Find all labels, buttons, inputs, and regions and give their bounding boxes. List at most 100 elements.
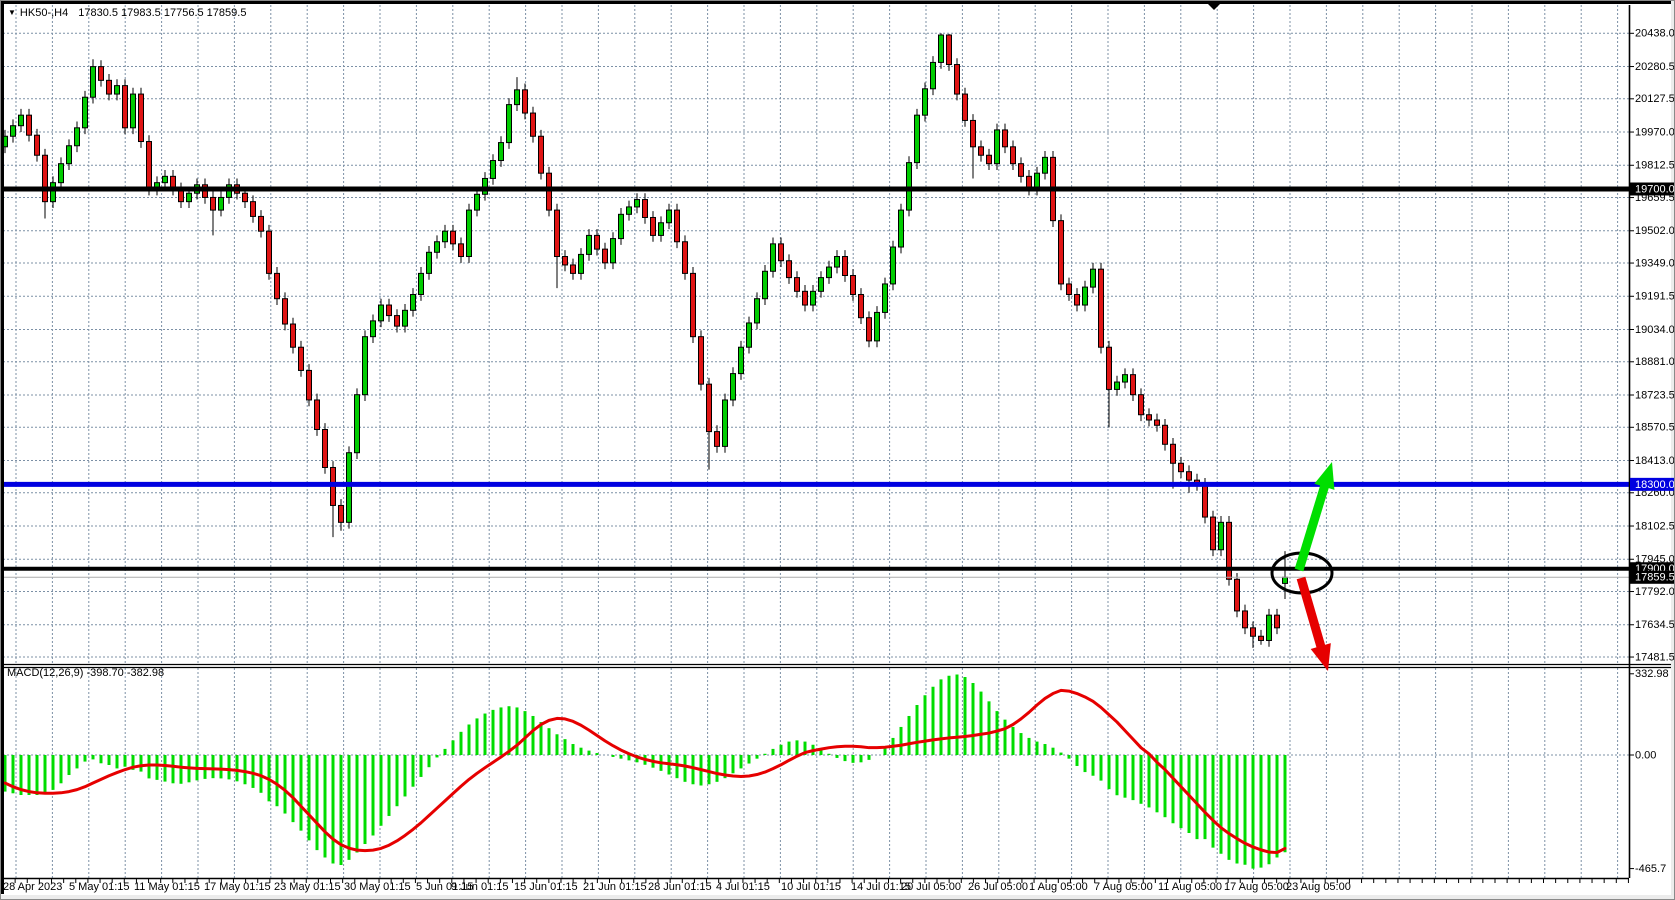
bull-candle xyxy=(819,278,824,292)
bear-candle xyxy=(123,86,128,128)
bull-candle xyxy=(435,242,440,253)
bear-candle xyxy=(531,113,536,136)
bullish-arrow[interactable] xyxy=(1299,477,1327,570)
level-lines xyxy=(3,189,1629,577)
bull-candle xyxy=(59,164,64,183)
bull-candle xyxy=(611,239,616,263)
bear-candle xyxy=(563,257,568,265)
chart-window: 20438.020280.520127.519970.019812.519659… xyxy=(0,0,1675,900)
price-axis-label: 19034.0 xyxy=(1635,324,1675,336)
bear-candle xyxy=(1235,579,1240,611)
bull-candle xyxy=(1123,375,1128,382)
chart-shift-marker[interactable] xyxy=(1207,3,1221,10)
bear-candle xyxy=(267,231,272,273)
ohlc-values: 17830.5 17983.5 17756.5 17859.5 xyxy=(78,7,246,19)
bull-candle xyxy=(499,143,504,161)
bull-candle xyxy=(187,193,192,201)
bear-candle xyxy=(1155,420,1160,425)
time-axis-label: 23 Aug 05:00 xyxy=(1286,881,1351,893)
bull-candle xyxy=(91,67,96,98)
bear-candle xyxy=(323,430,328,468)
bull-candle xyxy=(755,299,760,323)
bear-candle xyxy=(651,217,656,235)
bull-candle xyxy=(1083,287,1088,305)
bear-candle xyxy=(699,337,704,384)
bear-candle xyxy=(523,90,528,113)
bear-candle xyxy=(691,273,696,336)
time-axis-label: 11 May 01:15 xyxy=(134,881,200,893)
price-chart-canvas[interactable]: 20438.020280.520127.519970.019812.519659… xyxy=(1,1,1675,900)
bear-candle xyxy=(1019,164,1024,177)
bull-candle xyxy=(907,163,912,210)
bearish-arrow-head[interactable] xyxy=(1311,643,1331,671)
bear-candle xyxy=(787,261,792,278)
macd-axis-label: 0.00 xyxy=(1635,749,1656,761)
bull-candle xyxy=(579,254,584,273)
bear-candle xyxy=(779,244,784,261)
bear-candle xyxy=(1251,628,1256,636)
bear-candle xyxy=(867,318,872,341)
time-axis-label: 20 Jul 05:00 xyxy=(901,881,961,893)
bear-candle xyxy=(1139,395,1144,415)
bear-candle xyxy=(259,216,264,231)
bear-candle xyxy=(555,210,560,256)
bear-candle xyxy=(547,173,552,210)
bull-candle xyxy=(347,453,352,523)
price-level-label: 18300.0 xyxy=(1635,479,1675,491)
bear-candle xyxy=(211,197,216,210)
bear-candle xyxy=(795,278,800,292)
price-axis-label: 19191.5 xyxy=(1635,291,1675,303)
bull-candle xyxy=(355,395,360,453)
bull-candle xyxy=(1219,522,1224,549)
bear-candle xyxy=(675,210,680,242)
candlesticks xyxy=(3,33,1288,648)
macd-axis-label: -465.7 xyxy=(1635,863,1666,875)
bear-candle xyxy=(27,115,32,135)
bull-candle xyxy=(739,347,744,373)
bear-candle xyxy=(859,294,864,317)
time-axis-label: 28 Apr 2023 xyxy=(3,881,62,893)
time-axis-label: 10 Jul 01:15 xyxy=(781,881,841,893)
bull-candle xyxy=(667,210,672,223)
bull-candle xyxy=(915,115,920,162)
bear-candle xyxy=(1227,522,1232,579)
bear-candle xyxy=(979,147,984,155)
bull-candle xyxy=(131,94,136,128)
price-axis-label: 20438.0 xyxy=(1635,28,1675,40)
bear-candle xyxy=(1259,636,1264,640)
bull-candle xyxy=(619,214,624,238)
bear-candle xyxy=(1203,484,1208,517)
bear-candle xyxy=(987,155,992,163)
bear-candle xyxy=(147,142,152,189)
bull-candle xyxy=(219,197,224,210)
bull-candle xyxy=(939,35,944,62)
price-axis-label: 18723.5 xyxy=(1635,389,1675,401)
time-axis-label: 1 Aug 05:00 xyxy=(1029,881,1088,893)
bear-candle xyxy=(1243,611,1248,628)
price-axis-label: 18102.5 xyxy=(1635,520,1675,532)
bear-candle xyxy=(387,305,392,316)
bear-candle xyxy=(1179,463,1184,471)
symbol-dropdown-icon[interactable]: ▼ xyxy=(8,8,16,17)
bear-candle xyxy=(299,347,304,370)
time-axis-label: 7 Aug 05:00 xyxy=(1094,881,1153,893)
chart-title: ▼HK50-,H417830.5 17983.5 17756.5 17859.5 xyxy=(8,7,246,19)
time-axis: 28 Apr 20235 May 01:1511 May 01:1517 May… xyxy=(3,879,1628,893)
price-axis-label: 19502.0 xyxy=(1635,225,1675,237)
bear-candle xyxy=(707,384,712,431)
bear-candle xyxy=(1003,130,1008,147)
macd-indicator-label[interactable]: MACD(12,26,9) -398.70 -382.98 xyxy=(7,667,164,679)
bull-candle xyxy=(403,310,408,326)
bear-candle xyxy=(35,135,40,155)
bear-candle xyxy=(683,242,688,274)
time-axis-label: 21 Jun 01:15 xyxy=(583,881,647,893)
bull-candle xyxy=(507,105,512,143)
price-axis-label: 20280.5 xyxy=(1635,61,1675,73)
bull-candle xyxy=(19,115,24,126)
bear-candle xyxy=(1163,425,1168,444)
time-axis-label: 9 Jun 01:15 xyxy=(451,881,509,893)
bull-candle xyxy=(379,305,384,321)
price-axis-label: 19349.0 xyxy=(1635,257,1675,269)
bear-candle xyxy=(139,94,144,141)
bull-candle xyxy=(1267,615,1272,640)
